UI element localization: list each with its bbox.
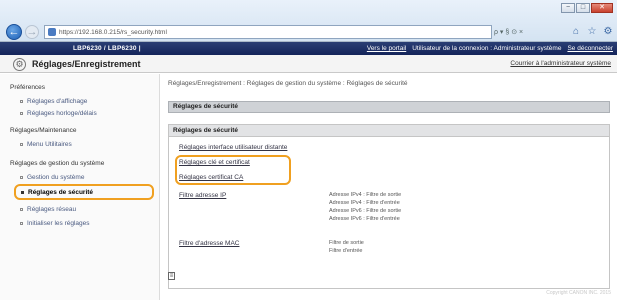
sidebar-item-system-management[interactable]: Gestion du système <box>20 174 84 181</box>
sidebar: Préférences Réglages d'affichage Réglage… <box>0 74 160 300</box>
breadcrumb: Réglages/Enregistrement : Réglages de ge… <box>168 80 408 87</box>
arrow-right-icon: → <box>26 26 38 38</box>
window-controls: − □ ✕ <box>561 3 613 13</box>
sidebar-item-label: Réglages d'affichage <box>27 98 88 105</box>
settings-gear-icon: ⚙ <box>13 58 26 71</box>
panel-title: Réglages de sécurité <box>169 125 609 137</box>
maximize-button[interactable]: □ <box>576 3 590 13</box>
bullet-icon <box>20 207 23 211</box>
forward-button[interactable]: → <box>25 25 39 39</box>
site-icon <box>48 28 56 36</box>
user-info: Utilisateur de la connexion : Administra… <box>412 45 562 52</box>
mail-admin-link[interactable]: Courrier à l'administrateur système <box>510 60 611 67</box>
sidebar-item-label: Réglages de sécurité <box>28 189 94 196</box>
page-title: Réglages/Enregistrement <box>32 59 141 69</box>
sidebar-item-label: Réglages réseau <box>27 206 77 213</box>
arrow-left-icon: ← <box>8 26 20 38</box>
ip-filter-values: Adresse IPv4 : Filtre de sortie Adresse … <box>329 191 401 223</box>
mac-address-filter-link[interactable]: Filtre d'adresse MAC <box>179 240 239 247</box>
mac-filter-value: Filtre de sortie <box>329 240 364 246</box>
sidebar-item-display-settings[interactable]: Réglages d'affichage <box>20 98 87 105</box>
ip-filter-value: Adresse IPv6 : Filtre de sortie <box>329 208 402 214</box>
sidebar-item-security-settings[interactable]: Réglages de sécurité <box>14 184 154 200</box>
section-title: Réglages de sécurité <box>168 101 610 113</box>
address-bar[interactable]: https://192.168.0.215/rs_security.html <box>44 25 492 39</box>
security-settings-panel: Réglages de sécurité Réglages interface … <box>168 124 610 289</box>
sidebar-item-label: Gestion du système <box>27 174 85 181</box>
bullet-icon <box>20 221 23 225</box>
portal-link[interactable]: Vers le portail <box>367 45 406 52</box>
gear-icon[interactable]: ⚙ <box>602 26 614 38</box>
sidebar-section-preferences: Préférences <box>10 84 46 91</box>
close-button[interactable]: ✕ <box>591 3 613 13</box>
bullet-icon <box>20 99 23 103</box>
remote-ui-settings-link[interactable]: Réglages interface utilisateur distante <box>179 144 287 151</box>
copyright-footer: Copyright CANON INC. 2015 <box>546 290 611 296</box>
sidebar-item-label: Initialiser les réglages <box>27 220 90 227</box>
bullet-icon <box>21 190 24 194</box>
sidebar-item-label: Menu Utilitaires <box>27 141 72 148</box>
url-text: https://192.168.0.215/rs_security.html <box>59 28 167 36</box>
sidebar-section-maintenance: Réglages/Maintenance <box>10 127 77 134</box>
ca-certificate-settings-link[interactable]: Réglages certificat CA <box>179 174 243 181</box>
bullet-icon <box>20 175 23 179</box>
ip-filter-value: Adresse IPv6 : Filtre d'entrée <box>329 216 400 222</box>
printer-name: LBP6230 / LBP6230 | <box>73 45 141 52</box>
sidebar-item-label: Réglages horloge/délais <box>27 110 97 117</box>
logout-link[interactable]: Se déconnecter <box>567 45 613 52</box>
ip-address-filter-link[interactable]: Filtre adresse IP <box>179 192 226 199</box>
sidebar-section-system-management: Réglages de gestion du système <box>10 160 105 167</box>
browser-chrome: − □ ✕ ← → https://192.168.0.215/rs_secur… <box>0 0 617 42</box>
list-view-icon[interactable]: ≡ <box>168 272 175 280</box>
back-button[interactable]: ← <box>6 24 22 40</box>
sidebar-item-reset-settings[interactable]: Initialiser les réglages <box>20 220 90 227</box>
address-actions[interactable]: ρ ▾ § ⊙ × <box>494 25 523 39</box>
sidebar-item-clock-settings[interactable]: Réglages horloge/délais <box>20 110 97 117</box>
header-user-area: Vers le portail Utilisateur de la connex… <box>367 45 613 52</box>
home-icon[interactable]: ⌂ <box>570 26 582 38</box>
key-certificate-settings-link[interactable]: Réglages clé et certificat <box>179 159 250 166</box>
ip-filter-value: Adresse IPv4 : Filtre de sortie <box>329 192 402 198</box>
bullet-icon <box>20 111 23 115</box>
top-header-bar: LBP6230 / LBP6230 | Vers le portail Util… <box>0 42 617 55</box>
mac-filter-values: Filtre de sortie Filtre d'entrée <box>329 239 364 255</box>
minimize-button[interactable]: − <box>561 3 575 13</box>
favorites-star-icon[interactable]: ☆ <box>586 26 598 38</box>
page-title-bar: ⚙ Réglages/Enregistrement Courrier à l'a… <box>0 55 617 73</box>
sidebar-item-network-settings[interactable]: Réglages réseau <box>20 206 76 213</box>
bullet-icon <box>20 142 23 146</box>
mac-filter-value: Filtre d'entrée <box>329 248 363 254</box>
sidebar-item-utilities-menu[interactable]: Menu Utilitaires <box>20 141 72 148</box>
ip-filter-value: Adresse IPv4 : Filtre d'entrée <box>329 200 400 206</box>
